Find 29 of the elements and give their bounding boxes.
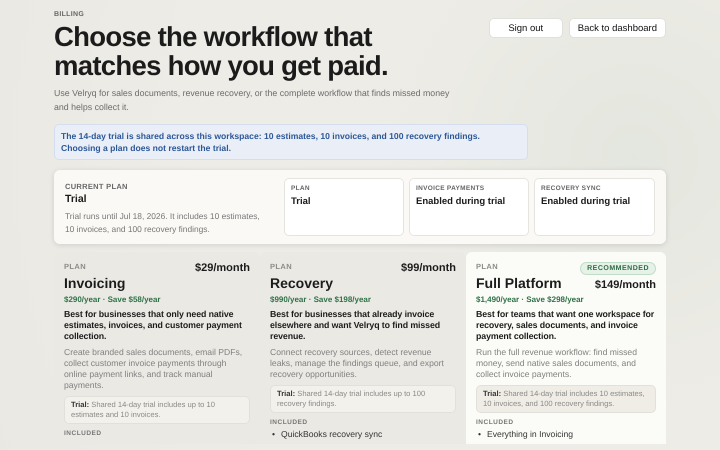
plan-price: $29/month [194, 262, 250, 274]
bullet-icon: • [478, 429, 482, 439]
page-subtitle: Use Velryq for sales documents, revenue recovery, or the complete workflow that finds missed money and helps collect it. [54, 87, 450, 114]
plan-summary: Best for teams that want one workspace for recovery, sales documents, and invoice payment collection. [476, 309, 656, 342]
current-plan-description: Trial runs until Jul 18, 2026. It includes 10 estimates, 10 invoices, and 100 recovery findings. [65, 210, 261, 236]
yearly-price: $290/year · Save $58/year [64, 295, 162, 304]
plan-price: $149/month [594, 279, 656, 291]
plan-name: Full Platform [476, 275, 562, 291]
stat-value: Enabled during trial [416, 196, 506, 207]
plan-summary: Best for businesses that only need native estimates, invoices, and customer payment collection. [64, 309, 243, 342]
current-plan-name: Trial [65, 193, 88, 205]
page-title: Choose the workflow that matches how you get paid. [54, 22, 389, 80]
yearly-price: $1,490/year · Save $298/year [476, 295, 585, 304]
plan-price: $99/month [400, 262, 456, 274]
plan-name: Recovery [270, 275, 334, 291]
stat-value: Trial [291, 196, 312, 207]
feature-item: QuickBooks recovery sync [281, 429, 382, 439]
stat-value: Enabled during trial [541, 196, 632, 207]
trial-notice: The 14-day trial is shared across this workspace: 10 estimates, 10 invoices, and 100 recovery findings. Choosing a plan does not restart the trial. [54, 124, 528, 160]
back-to-dashboard-button[interactable]: Back to dashboard [568, 18, 666, 38]
plan-description: Connect recovery sources, detect revenue leaks, manage the findings queue, and export recovery opportunities. [270, 347, 445, 380]
bullet-icon: • [272, 429, 276, 439]
feature-item: Everything in Invoicing [487, 429, 573, 439]
yearly-price: $990/year · Save $198/year [270, 295, 372, 304]
plan-summary: Best for businesses that already invoice elsewhere and want Velryq to find missed revenue. [270, 309, 442, 342]
sign-out-button[interactable]: Sign out [488, 18, 563, 38]
plan-description: Run the full revenue workflow: find missed money, send native sales documents, and collect invoice payments. [476, 347, 638, 380]
plan-description: Create branded sales documents, email PDFs, collect customer invoice payments through online payment links, and track manual payments. [64, 347, 244, 391]
plan-name: Invoicing [64, 275, 126, 291]
